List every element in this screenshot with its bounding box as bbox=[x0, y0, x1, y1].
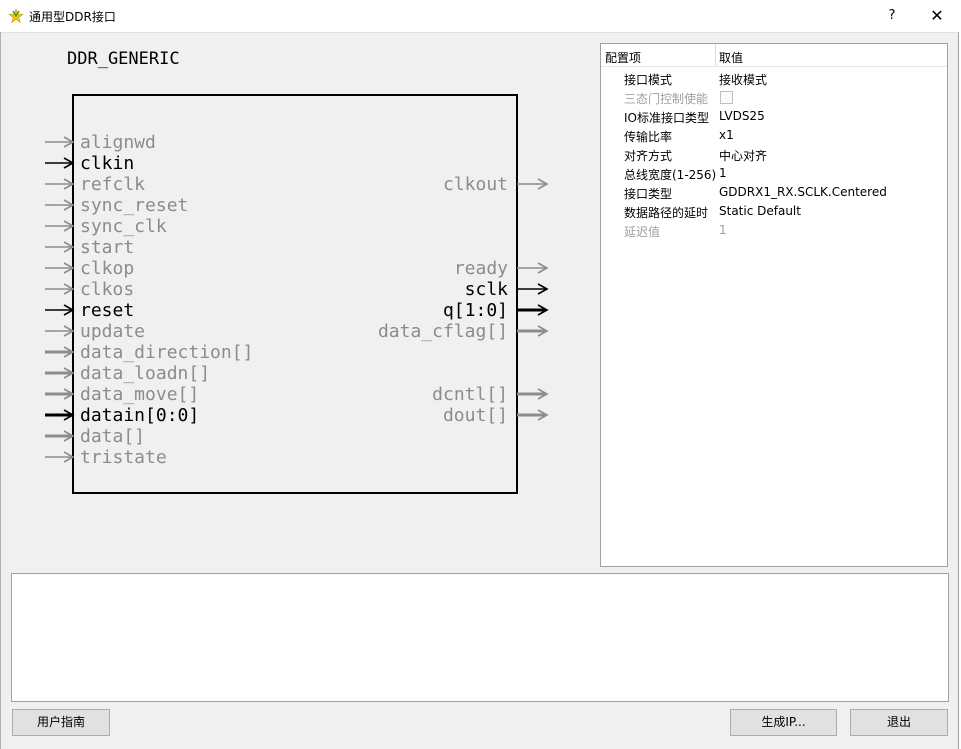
help-button[interactable]: ? bbox=[880, 4, 904, 28]
input-pin-arrow bbox=[45, 451, 75, 463]
config-key: 三态门控制使能 bbox=[624, 92, 709, 106]
output-pins: clkout readysclkq[1:0]data_cflag[] dcntl[]… bbox=[378, 174, 549, 426]
config-key: 传输比率 bbox=[624, 130, 673, 144]
input-pin-label: start bbox=[80, 237, 134, 258]
exit-button[interactable]: 退出 bbox=[850, 709, 948, 736]
config-row-delay-value: 延迟值 1 bbox=[601, 221, 947, 240]
config-row-alignment[interactable]: 对齐方式 中心对齐 bbox=[601, 145, 947, 164]
input-pin-arrow bbox=[45, 367, 75, 379]
output-pin-arrow bbox=[517, 283, 549, 295]
input-pin-label: clkop bbox=[80, 258, 134, 279]
config-value[interactable]: LVDS25 bbox=[719, 109, 765, 123]
output-pin-label: dout[] bbox=[443, 405, 508, 426]
config-table[interactable]: 配置项 取值 接口模式 接收模式 三态门控制使能 IO标准接口类型 LVDS25… bbox=[600, 43, 948, 567]
config-key: 数据路径的延时 bbox=[624, 206, 709, 220]
output-pin-label: dcntl[] bbox=[432, 384, 508, 405]
output-pin-label: data_cflag[] bbox=[378, 321, 508, 342]
config-row-io-standard[interactable]: IO标准接口类型 LVDS25 bbox=[601, 107, 947, 126]
config-row-interface-type[interactable]: 接口类型 GDDRX1_RX.SCLK.Centered bbox=[601, 183, 947, 202]
output-pin-label: sclk bbox=[465, 279, 509, 300]
config-key: 接口类型 bbox=[624, 187, 673, 201]
window-title: 通用型DDR接口 bbox=[29, 10, 116, 24]
output-pin-label: q[1:0] bbox=[443, 300, 508, 321]
title-bar: 通用型DDR接口 ? ✕ bbox=[0, 0, 961, 33]
output-pin-label: ready bbox=[454, 258, 508, 279]
config-key: 延迟值 bbox=[624, 225, 661, 239]
generate-ip-button[interactable]: 生成IP... bbox=[730, 709, 837, 736]
config-row-gear-ratio[interactable]: 传输比率 x1 bbox=[601, 126, 947, 145]
input-pin-arrow bbox=[45, 388, 75, 400]
user-guide-button[interactable]: 用户指南 bbox=[12, 709, 110, 736]
input-pin-arrow bbox=[45, 220, 75, 232]
header-value: 取值 bbox=[719, 51, 744, 65]
module-name: DDR_GENERIC bbox=[67, 49, 180, 69]
input-pin-arrow bbox=[45, 409, 75, 421]
config-row-data-path-delay[interactable]: 数据路径的延时 Static Default bbox=[601, 202, 947, 221]
input-pin-arrow bbox=[45, 136, 75, 148]
input-pins: alignwdclkinrefclksync_resetsync_clkstar… bbox=[45, 132, 253, 468]
config-value[interactable]: Static Default bbox=[719, 204, 801, 218]
input-pin-label: sync_clk bbox=[80, 216, 167, 237]
output-pin-arrow bbox=[517, 325, 549, 337]
input-pin-label: data_direction[] bbox=[80, 342, 253, 363]
input-pin-arrow bbox=[45, 199, 75, 211]
config-key: 接口模式 bbox=[624, 73, 673, 87]
app-logo-icon bbox=[8, 8, 24, 24]
config-row-interface-mode[interactable]: 接口模式 接收模式 bbox=[601, 69, 947, 88]
input-pin-label: clkin bbox=[80, 153, 134, 174]
input-pin-arrow bbox=[45, 241, 75, 253]
input-pin-label: refclk bbox=[80, 174, 145, 195]
config-key: 总线宽度(1-256) bbox=[624, 168, 717, 182]
input-pin-arrow bbox=[45, 304, 75, 316]
header-separator bbox=[715, 44, 716, 66]
input-pin-arrow bbox=[45, 262, 75, 274]
input-pin-arrow bbox=[45, 325, 75, 337]
input-pin-arrow bbox=[45, 430, 75, 442]
config-row-tristate-enable: 三态门控制使能 bbox=[601, 88, 947, 107]
config-value[interactable]: 1 bbox=[719, 166, 727, 180]
config-value[interactable]: 中心对齐 bbox=[719, 147, 767, 164]
config-table-header: 配置项 取值 bbox=[601, 44, 947, 67]
input-pin-label: reset bbox=[80, 300, 134, 321]
input-pin-label: clkos bbox=[80, 279, 134, 300]
input-pin-label: alignwd bbox=[80, 132, 156, 153]
config-value: 1 bbox=[719, 223, 727, 237]
input-pin-label: data[] bbox=[80, 426, 145, 447]
close-button[interactable]: ✕ bbox=[924, 4, 950, 28]
config-key: IO标准接口类型 bbox=[624, 111, 709, 125]
output-pin-arrow bbox=[517, 178, 549, 190]
output-pin-arrow bbox=[517, 409, 549, 421]
input-pin-arrow bbox=[45, 283, 75, 295]
config-value[interactable]: GDDRX1_RX.SCLK.Centered bbox=[719, 185, 887, 199]
config-key: 对齐方式 bbox=[624, 149, 673, 163]
input-pin-label: tristate bbox=[80, 447, 167, 468]
input-pin-label: datain[0:0] bbox=[80, 405, 199, 426]
input-pin-arrow bbox=[45, 157, 75, 169]
output-pin-arrow bbox=[517, 262, 549, 274]
output-pin-label: clkout bbox=[443, 174, 508, 195]
ip-symbol-diagram: DDR_GENERIC alignwdclkinrefclksync_reset… bbox=[45, 49, 549, 494]
output-pin-arrow bbox=[517, 388, 549, 400]
message-console[interactable] bbox=[11, 573, 949, 702]
input-pin-label: data_move[] bbox=[80, 384, 199, 405]
input-pin-label: update bbox=[80, 321, 145, 342]
config-value[interactable]: x1 bbox=[719, 128, 734, 142]
output-pin-arrow bbox=[517, 304, 549, 316]
header-config-item: 配置项 bbox=[605, 51, 642, 65]
config-row-bus-width[interactable]: 总线宽度(1-256) 1 bbox=[601, 164, 947, 183]
input-pin-arrow bbox=[45, 178, 75, 190]
input-pin-label: sync_reset bbox=[80, 195, 188, 216]
input-pin-arrow bbox=[45, 346, 75, 358]
input-pin-label: data_loadn[] bbox=[80, 363, 210, 384]
config-value[interactable]: 接收模式 bbox=[719, 71, 767, 88]
tristate-enable-checkbox bbox=[720, 91, 733, 104]
